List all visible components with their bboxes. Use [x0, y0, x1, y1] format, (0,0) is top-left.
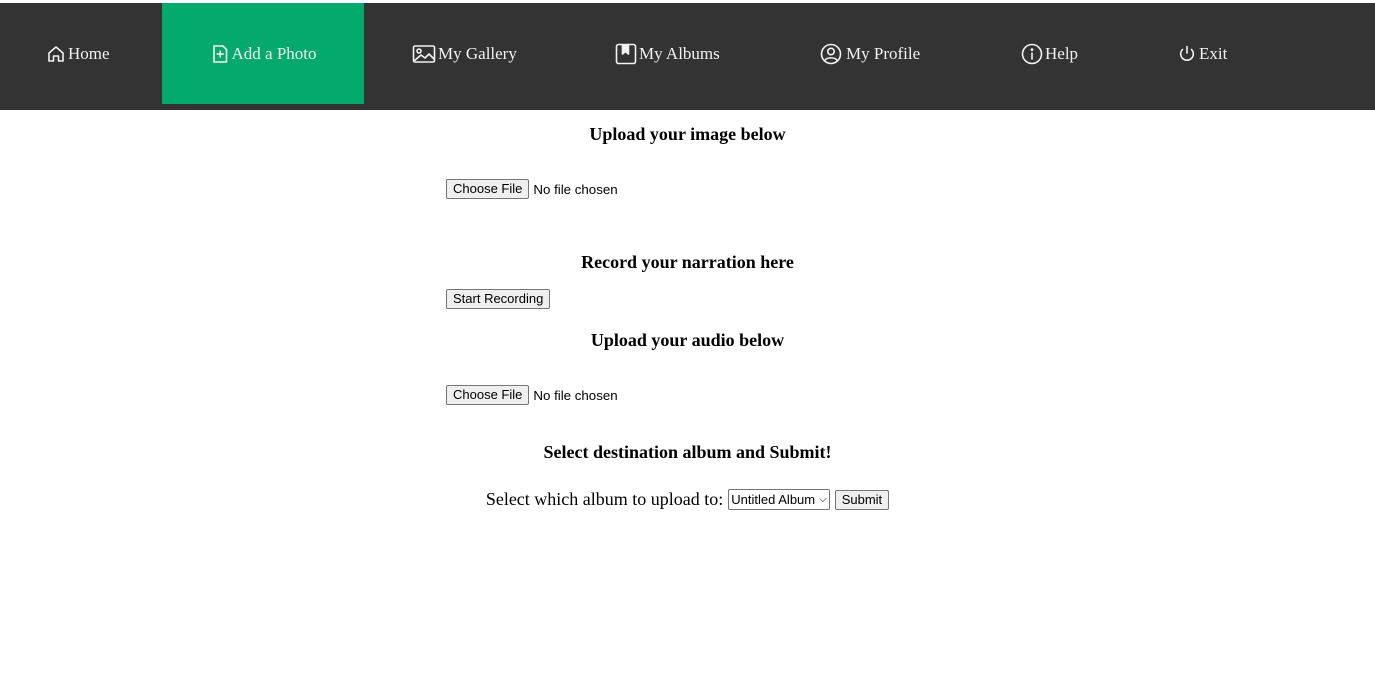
nav-my-gallery-label: My Gallery — [438, 43, 517, 63]
nav-exit-label: Exit — [1199, 43, 1228, 63]
start-recording-button[interactable]: Start Recording — [446, 289, 551, 309]
album-select-value: Untitled Album — [731, 492, 816, 507]
info-circle-icon — [1021, 43, 1043, 64]
nav-home[interactable]: Home — [46, 3, 110, 104]
image-file-status: No file chosen — [533, 181, 618, 197]
nav-help[interactable]: Help — [1021, 3, 1078, 104]
nav-my-profile-label: My Profile — [846, 43, 921, 63]
audio-file-input[interactable]: Choose File No file chosen — [446, 385, 618, 405]
house-icon — [48, 45, 64, 62]
album-select-row: Select which album to upload to: Untitle… — [0, 489, 1375, 510]
image-icon — [412, 44, 436, 63]
audio-file-status: No file chosen — [533, 387, 618, 403]
power-icon — [1179, 45, 1195, 61]
nav-exit[interactable]: Exit — [1177, 3, 1227, 104]
audio-choose-file-button[interactable]: Choose File — [446, 385, 530, 405]
top-navigation-bar: Home Add a Photo My Gallery My Albums My… — [0, 3, 1375, 110]
bookmark-icon — [615, 43, 637, 64]
image-file-input[interactable]: Choose File No file chosen — [446, 179, 618, 199]
nav-my-albums[interactable]: My Albums — [615, 3, 720, 104]
nav-my-albums-label: My Albums — [639, 43, 720, 63]
image-choose-file-button[interactable]: Choose File — [446, 179, 530, 199]
nav-add-photo-label: Add a Photo — [231, 43, 317, 63]
nav-home-label: Home — [68, 43, 110, 63]
person-circle-icon — [820, 43, 842, 64]
image-upload-heading: Upload your image below — [589, 124, 786, 144]
album-select-label: Select which album to upload to: — [485, 489, 724, 509]
nav-my-gallery[interactable]: My Gallery — [412, 3, 517, 104]
audio-upload-heading: Upload your audio below — [590, 330, 785, 350]
submit-button[interactable]: Submit — [834, 489, 890, 510]
nav-help-label: Help — [1045, 43, 1079, 63]
destination-heading: Select destination album and Submit! — [543, 442, 832, 462]
nav-add-photo[interactable]: Add a Photo — [162, 3, 364, 104]
recording-controls: Start Recording — [446, 289, 551, 309]
chevron-down-icon: ⌵ — [819, 494, 827, 505]
file-plus-icon — [212, 44, 227, 63]
narration-heading: Record your narration here — [581, 252, 794, 272]
album-select[interactable]: Untitled Album ⌵ — [728, 489, 830, 510]
nav-my-profile[interactable]: My Profile — [820, 3, 920, 104]
